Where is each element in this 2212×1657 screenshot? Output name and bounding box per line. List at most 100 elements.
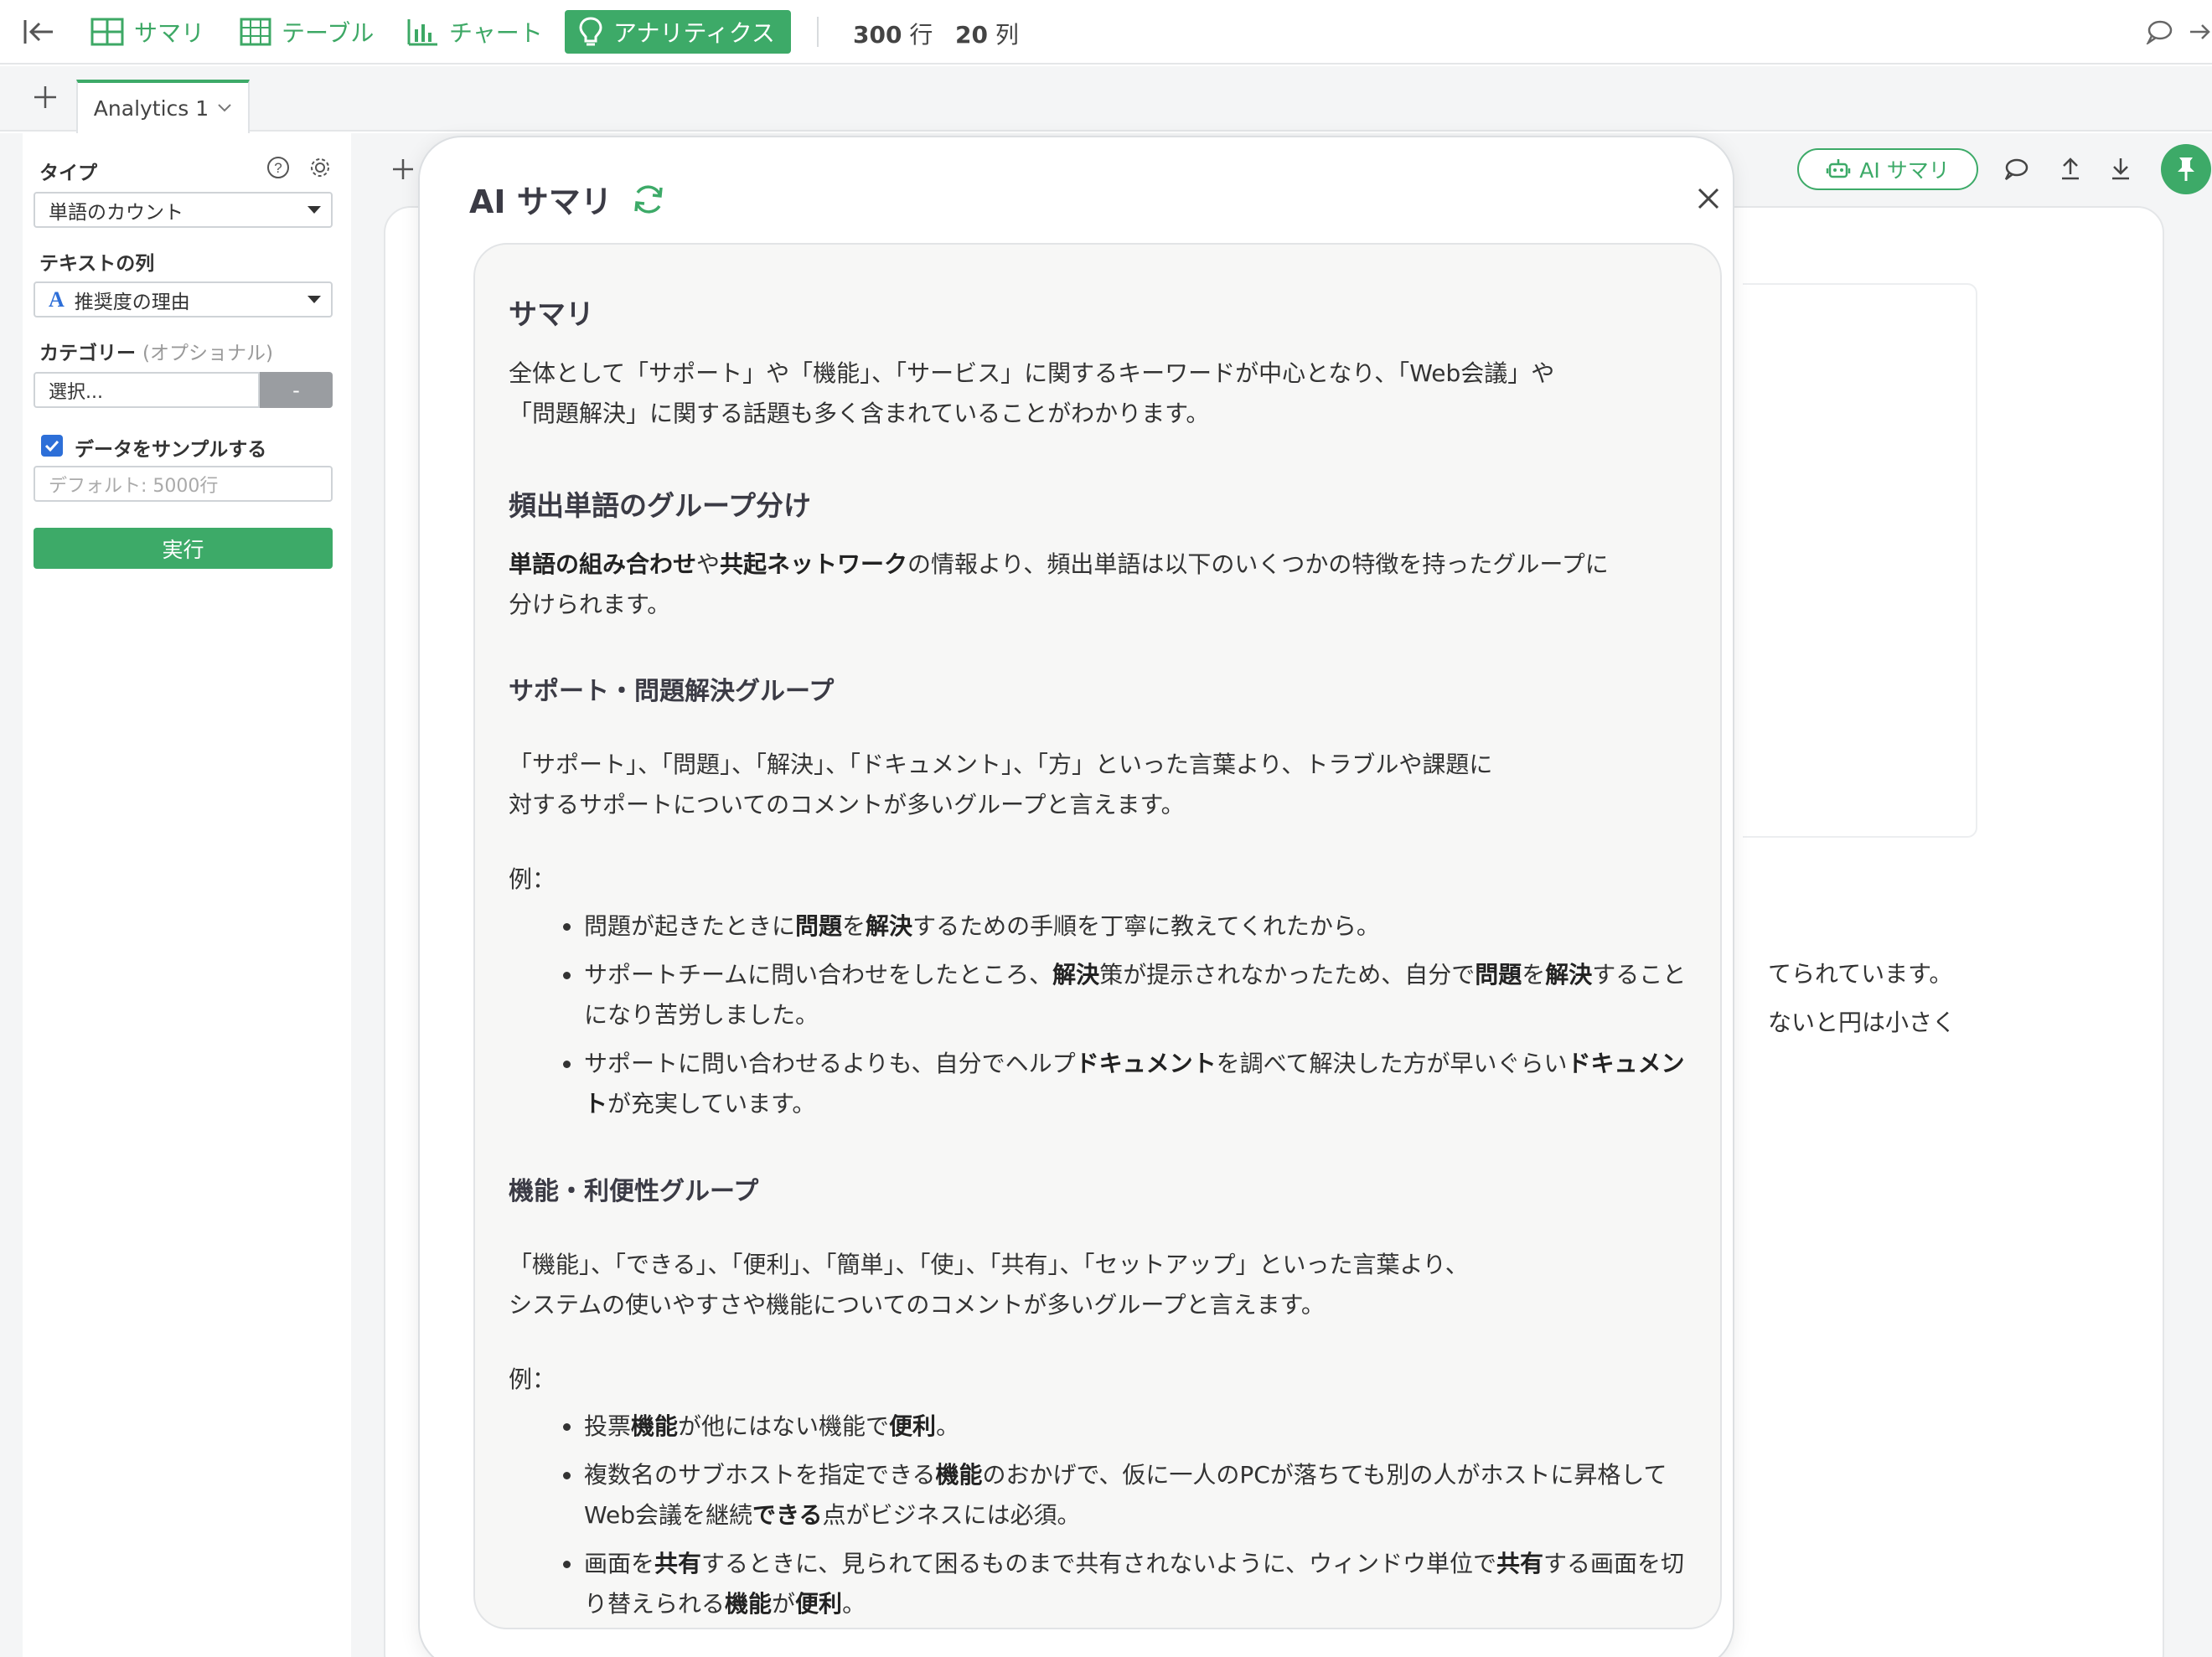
ex-bold: 共有 [654,1550,702,1577]
ex-text: サポートチームに問い合わせをしたところ、 [584,961,1053,989]
column-count-value: 20 [955,21,988,49]
expand-right-icon[interactable] [2189,18,2212,45]
ex-text: が [772,1590,796,1618]
summary-heading: サマリ [509,298,594,332]
ex-text: 。 [842,1590,866,1618]
analytics-tab-bar [0,66,2212,132]
ex-text: 投票 [584,1412,632,1440]
comment-icon[interactable] [2145,18,2173,45]
ex-bold: ドキュメント [1075,1050,1217,1077]
left-edge-strip [0,133,23,1657]
category-select-placeholder: 選択... [49,381,103,403]
tab-table[interactable]: テーブル [226,10,387,54]
ex-text: を [842,912,866,940]
row-count: 300 行 [853,17,933,50]
ex-text: が他にはない機能で [678,1412,890,1440]
category-clear-button[interactable]: - [260,372,333,408]
help-icon[interactable]: ? [266,155,291,180]
tab-chart[interactable]: チャート [394,10,556,54]
pin-button[interactable] [2161,144,2211,194]
tab-analytics-1[interactable]: Analytics 1 [76,80,250,133]
group2-line-1: 「機能」、「できる」、「便利」、「簡単」、「使」、「共有」、「セットアップ」とい… [509,1251,1469,1278]
group1-example-2: サポートチームに問い合わせをしたところ、解決策が提示されなかったため、自分で問題… [563,955,1690,1035]
group2-example-3: 画面を共有するときに、見られて困るものまで共有されないように、ウィンドウ単位で共… [563,1544,1690,1624]
category-optional-text: (オプショナル) [142,343,273,364]
ex-text: が充実しています。 [607,1090,816,1118]
text-column-select[interactable]: A 推奨度の理由 [34,281,333,317]
description-text-1: てられています。 [1768,960,1953,988]
caret-down-icon [308,296,321,303]
ex-bold: 解決 [866,912,913,940]
group1-example-label: 例： [509,865,556,893]
close-icon[interactable] [1694,184,1723,213]
group1-line-2: 対するサポートについてのコメントが多いグループと言えます。 [509,791,1185,818]
category-select[interactable]: 選択... [34,372,260,408]
groups-line-1: 単語の組み合わせや共起ネットワークの情報より、頻出単語は以下のいくつかの特徴を持… [509,545,1690,585]
group2-example-label: 例： [509,1365,556,1393]
analytics-settings-panel: タイプ ? 単語のカウント テキストの列 A 推奨度の理由 カテゴリー (オプシ… [23,133,351,1657]
group1-example-1: 問題が起きたときに問題を解決するための手順を丁寧に教えてくれたから。 [563,906,1690,947]
comment-icon[interactable] [2003,156,2029,183]
run-button-label: 実行 [162,537,204,562]
ex-bold: 便利 [795,1590,843,1618]
chart-area [1743,283,1977,838]
tab-table-label: テーブル [282,19,375,47]
group2-paragraph: 「機能」、「できる」、「便利」、「簡単」、「使」、「共有」、「セットアップ」とい… [509,1245,1690,1325]
text-column-select-value: 推奨度の理由 [74,291,190,313]
summary-line-2: 「問題解決」に関する話題も多く含まれていることがわかります。 [509,400,1210,427]
group1-example-3: サポートに問い合わせるよりも、自分でヘルプドキュメントを調べて解決した方が早いぐ… [563,1044,1690,1124]
group1-heading: サポート・問題解決グループ [509,677,835,706]
ex-text: を調べて解決した方が早いぐらい [1216,1050,1568,1077]
lightbulb-icon [579,17,602,46]
ex-text: を [1522,961,1546,989]
tab-summary-label: サマリ [134,19,205,47]
row-count-value: 300 [853,21,902,49]
ex-text: 。 [936,1412,960,1440]
collapse-left-icon[interactable] [22,17,55,47]
ex-bold: 機能 [935,1461,983,1489]
ex-text: 点がビジネスには必須。 [822,1501,1081,1529]
column-count-unit: 列 [995,21,1019,49]
robot-icon [1827,159,1851,178]
tab-summary[interactable]: サマリ [77,10,218,54]
groups-bold-1: 単語の組み合わせ [509,550,697,578]
type-select[interactable]: 単語のカウント [34,192,333,228]
upload-icon[interactable] [2058,154,2083,183]
ex-bold: 解決 [1545,961,1593,989]
gear-icon[interactable] [308,155,333,180]
ex-text: 策が提示されなかったため、自分で [1099,961,1476,989]
ex-text: 複数名のサブホストを指定できる [584,1461,936,1489]
ex-text: するときに、見られて困るものまで共有されないように、ウィンドウ単位で [701,1550,1496,1577]
group2-example-1: 投票機能が他にはない機能で便利。 [563,1407,1690,1447]
ai-summary-button-label: AI サマリ [1859,158,1950,183]
tab-analytics[interactable]: アナリティクス [565,10,791,54]
groups-text-2: の情報より、頻出単語は以下のいくつかの特徴を持ったグループに [907,550,1609,578]
ex-bold: 問題 [795,912,843,940]
grid-summary-icon [90,18,124,46]
add-chart-icon[interactable] [391,157,415,181]
sample-label: データをサンプルする [75,439,267,461]
chevron-down-icon[interactable] [217,103,232,113]
text-type-icon: A [49,286,65,312]
ex-text: 問題が起きたときに [584,912,796,940]
download-icon[interactable] [2108,154,2133,183]
group1-paragraph: 「サポート」、「問題」、「解決」、「ドキュメント」、「方」といった言葉より、トラ… [509,745,1690,825]
ex-bold: 共有 [1496,1550,1543,1577]
type-label: タイプ [39,163,97,184]
tab-chart-label: チャート [449,19,543,47]
ai-summary-button[interactable]: AI サマリ [1797,148,1978,190]
groups-text-1: や [696,550,721,578]
add-tab-icon[interactable] [32,84,59,111]
bar-chart-icon [407,19,437,46]
caret-down-icon [308,206,321,214]
ex-bold: できる [752,1501,823,1529]
category-label-text: カテゴリー [39,343,136,364]
modal-title: AI サマリ [469,183,612,220]
table-icon [240,18,271,46]
refresh-icon[interactable] [630,181,667,218]
panel-divider[interactable] [351,133,384,1657]
tab-analytics-label: アナリティクス [613,19,775,47]
sample-checkbox[interactable] [41,435,63,457]
sample-size-input[interactable]: デフォルト: 5000行 [34,466,333,502]
run-button[interactable]: 実行 [34,528,333,569]
